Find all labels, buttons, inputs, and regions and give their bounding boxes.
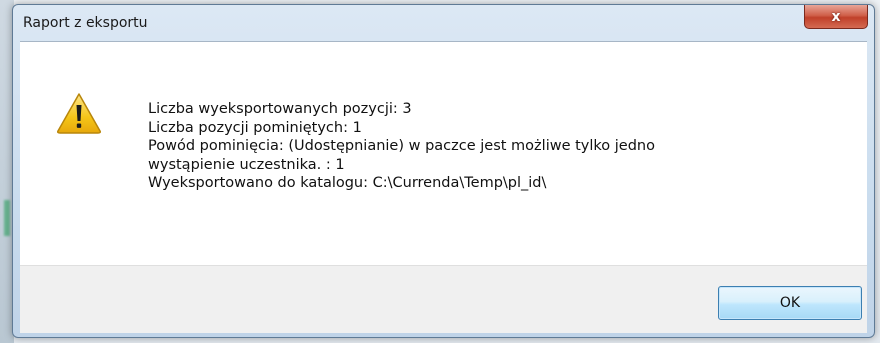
message-line-export-path: Wyeksportowano do katalogu: C:\Currenda\… <box>148 175 547 191</box>
ok-button[interactable]: OK <box>718 286 862 320</box>
message-line-exported-count: Liczba wyeksportowanych pozycji: 3 <box>148 101 412 117</box>
dialog-footer: OK <box>20 265 867 333</box>
message-line-skip-reason: Powód pominięcia: (Udostępnianie) w pacz… <box>148 138 655 154</box>
background-accent <box>4 200 10 236</box>
export-report-dialog: Raport z eksportu x Liczba wyeksportowan… <box>12 4 875 338</box>
export-summary-message: Liczba wyeksportowanych pozycji: 3 Liczb… <box>148 100 655 193</box>
message-line-skip-reason-cont: wystąpienie uczestnika. : 1 <box>148 156 345 173</box>
title-bar[interactable]: Raport z eksportu x <box>13 5 874 41</box>
message-line-skipped-count: Liczba pozycji pominiętych: 1 <box>148 119 362 136</box>
dialog-content: Liczba wyeksportowanych pozycji: 3 Liczb… <box>20 41 867 266</box>
close-button[interactable]: x <box>804 5 868 29</box>
warning-icon <box>57 93 101 134</box>
dialog-title: Raport z eksportu <box>23 15 148 31</box>
close-icon: x <box>831 8 841 25</box>
